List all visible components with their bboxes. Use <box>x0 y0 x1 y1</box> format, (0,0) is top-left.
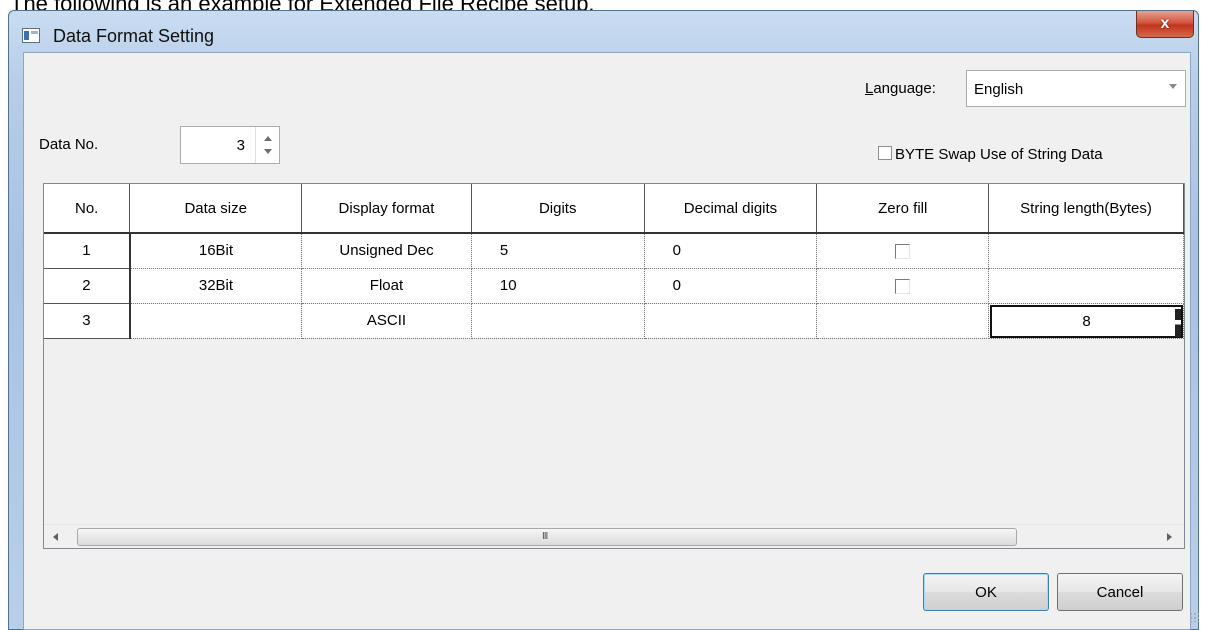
spin-down-icon[interactable] <box>264 149 272 154</box>
cell-decimal-digits[interactable] <box>644 303 818 339</box>
row-number[interactable]: 2 <box>44 268 131 304</box>
table-row[interactable]: 3 ASCII 8 <box>44 303 1184 339</box>
table-header-row: No. Data size Display format Digits Deci… <box>44 184 1184 234</box>
close-button[interactable]: x <box>1136 11 1194 38</box>
column-header-string-length[interactable]: String length(Bytes) <box>988 184 1184 234</box>
table-row[interactable]: 2 32Bit Float 10 0 <box>44 268 1184 304</box>
cell-zero-fill[interactable] <box>816 268 990 304</box>
cell-digits[interactable]: 10 <box>471 268 645 304</box>
language-label-text: anguage: <box>873 80 936 97</box>
cancel-button[interactable]: Cancel <box>1057 573 1183 611</box>
zero-fill-checkbox[interactable] <box>895 243 911 259</box>
scrollbar-grip: III <box>542 531 548 542</box>
column-header-digits[interactable]: Digits <box>471 184 645 234</box>
cell-display-format[interactable]: Float <box>301 268 472 304</box>
row-number[interactable]: 3 <box>44 303 131 339</box>
byte-swap-label[interactable]: BYTE Swap Use of String Data <box>895 146 1103 163</box>
language-label: Language: <box>865 80 936 97</box>
language-select[interactable]: English <box>966 70 1186 107</box>
column-header-no[interactable]: No. <box>44 184 131 234</box>
cell-decimal-digits[interactable]: 0 <box>644 233 818 269</box>
resize-grip-icon[interactable] <box>1189 612 1199 622</box>
window-title: Data Format Setting <box>53 26 215 46</box>
cell-data-size[interactable]: 32Bit <box>129 268 303 304</box>
column-header-decimal-digits[interactable]: Decimal digits <box>644 184 818 234</box>
data-format-grid: No. Data size Display format Digits Deci… <box>43 183 1185 549</box>
language-value: English <box>974 81 1024 98</box>
data-no-label: Data No. <box>39 136 99 153</box>
column-header-display-format[interactable]: Display format <box>301 184 472 234</box>
ok-button[interactable]: OK <box>923 573 1049 611</box>
close-icon: x <box>1160 15 1170 32</box>
spin-up-icon[interactable] <box>264 136 272 141</box>
data-format-table: No. Data size Display format Digits Deci… <box>44 184 1184 339</box>
chevron-down-icon[interactable] <box>1169 84 1177 89</box>
cell-zero-fill[interactable] <box>816 233 990 269</box>
data-no-spin-buttons[interactable] <box>255 127 279 163</box>
spin-arrows-icon[interactable] <box>1175 308 1181 337</box>
cell-string-length[interactable] <box>988 268 1184 304</box>
window-app-icon <box>22 28 40 43</box>
cell-data-size[interactable] <box>129 303 303 339</box>
byte-swap-checkbox[interactable] <box>878 146 892 160</box>
scrollbar-thumb[interactable]: III <box>77 528 1017 546</box>
cell-data-size[interactable]: 16Bit <box>129 233 303 269</box>
scroll-left-icon[interactable] <box>53 533 58 541</box>
column-header-data-size[interactable]: Data size <box>129 184 303 234</box>
cell-digits[interactable] <box>471 303 645 339</box>
string-length-value: 8 <box>1082 312 1091 330</box>
data-no-stepper[interactable]: 3 <box>180 126 280 164</box>
horizontal-scrollbar[interactable]: III <box>44 524 1184 548</box>
cell-decimal-digits[interactable]: 0 <box>644 268 818 304</box>
zero-fill-checkbox[interactable] <box>895 278 911 294</box>
cell-display-format[interactable]: ASCII <box>301 303 472 339</box>
table-row[interactable]: 1 16Bit Unsigned Dec 5 0 <box>44 233 1184 269</box>
row-number[interactable]: 1 <box>44 233 131 269</box>
scroll-right-icon[interactable] <box>1167 533 1172 541</box>
column-header-zero-fill[interactable]: Zero fill <box>816 184 990 234</box>
cell-display-format[interactable]: Unsigned Dec <box>301 233 472 269</box>
cell-digits[interactable]: 5 <box>471 233 645 269</box>
data-no-value: 3 <box>236 137 245 154</box>
string-length-stepper[interactable]: 8 <box>990 304 1183 337</box>
cell-zero-fill[interactable] <box>816 303 990 339</box>
cell-string-length[interactable]: 8 <box>988 303 1184 339</box>
cell-string-length[interactable] <box>988 233 1184 269</box>
title-bar[interactable]: Data Format Setting x <box>9 11 1198 53</box>
